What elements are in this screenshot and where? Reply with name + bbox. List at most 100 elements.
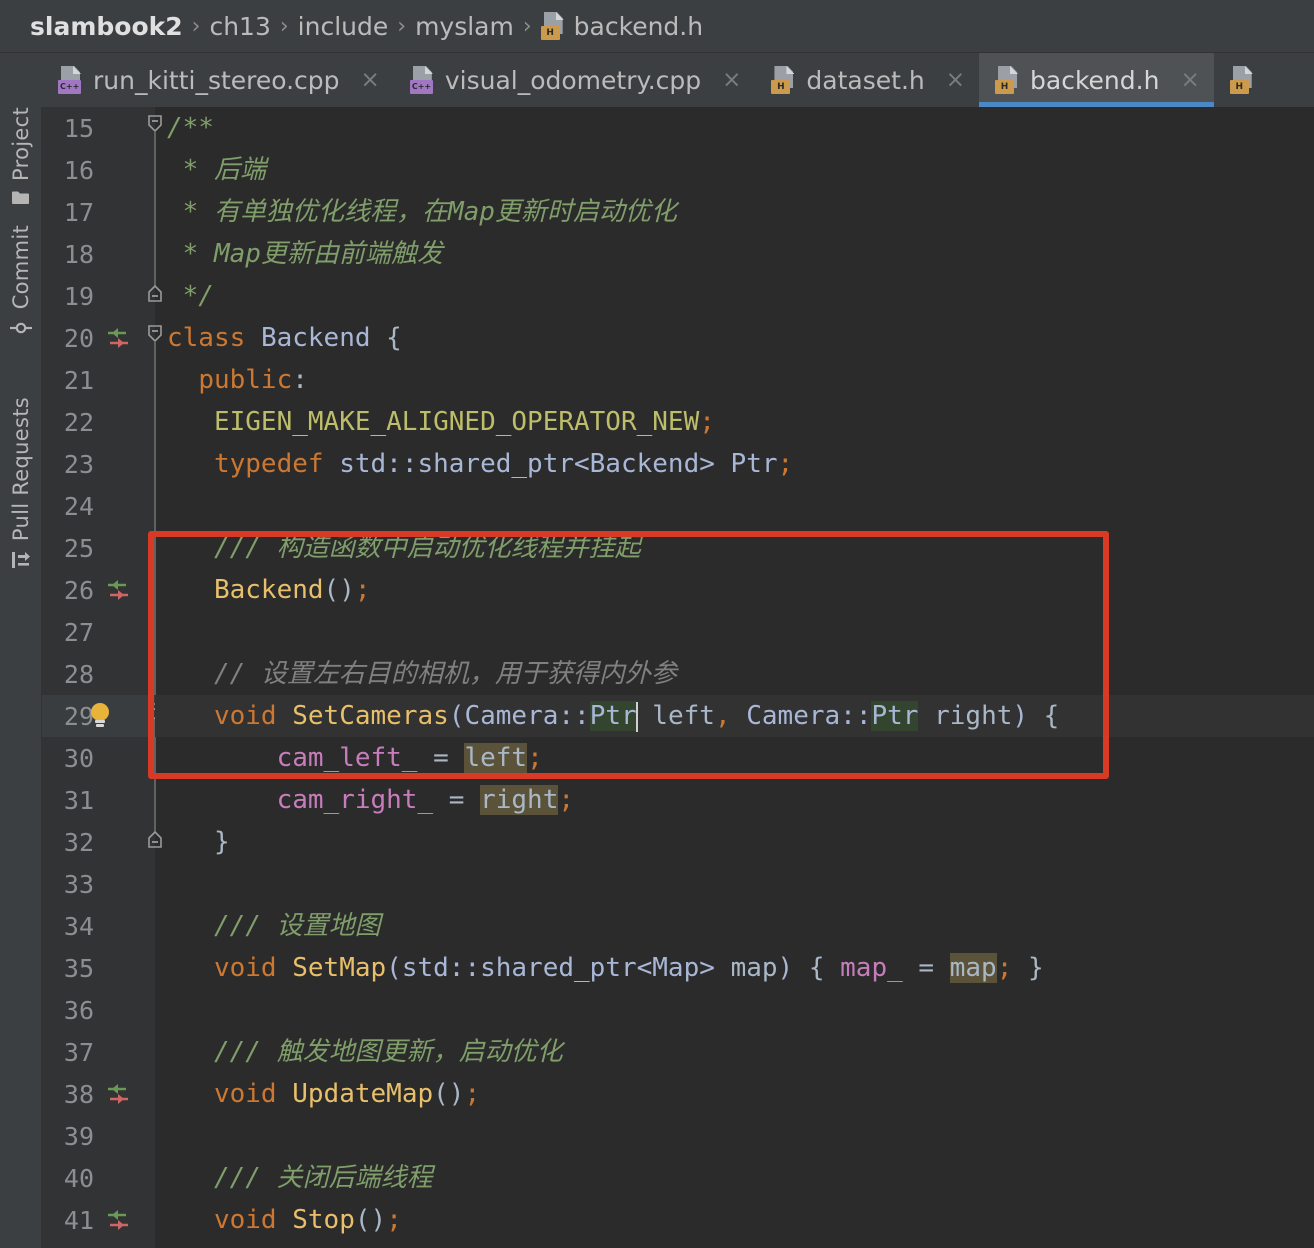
code-line[interactable]: * 后端 [155,149,1314,191]
gutter-cell[interactable]: 35 [42,947,155,989]
breadcrumb-item-project[interactable]: slambook2 [30,12,183,41]
code-line[interactable]: public: [155,359,1314,401]
close-icon[interactable]: × [361,68,380,92]
editor-line[interactable]: 18 * Map更新由前端触发 [42,233,1314,275]
gutter-cell[interactable]: 33 [42,863,155,905]
sidebar-item-project[interactable]: Project [0,107,42,210]
breadcrumb-item-ch13[interactable]: ch13 [209,12,270,41]
code-line[interactable]: */ [155,275,1314,317]
override-arrows-icon[interactable] [102,317,136,359]
code-line[interactable]: void SetCameras(Camera::Ptr left, Camera… [155,695,1314,737]
gutter-cell[interactable]: 36 [42,989,155,1031]
gutter-cell[interactable]: 17 [42,191,156,233]
close-icon[interactable]: × [946,68,965,92]
code-editor[interactable]: 15 /** 16 * 后端 17 * 有单独优化线程，在Map更新时启动优化 … [42,107,1314,1248]
editor-line[interactable]: 24 [42,485,1314,527]
gutter-cell[interactable]: 26 [42,569,156,611]
sidebar-item-commit[interactable]: Commit [0,225,42,343]
editor-line[interactable]: 28 // 设置左右目的相机，用于获得内外参 [42,653,1314,695]
code-line[interactable]: cam_left_ = left; [155,737,1314,779]
gutter-cell[interactable]: 23 [42,443,156,485]
gutter-cell[interactable]: 30 [42,737,156,779]
override-arrows-icon[interactable] [102,569,136,611]
code-line[interactable]: void SetMap(std::shared_ptr<Map> map) { … [155,947,1314,989]
code-line[interactable]: class Backend { [155,317,1314,359]
editor-line[interactable]: 26 Backend(); [42,569,1314,611]
code-line[interactable]: cam_right_ = right; [155,779,1314,821]
code-line[interactable]: // 设置左右目的相机，用于获得内外参 [155,653,1314,695]
gutter-cell[interactable]: 19 [42,275,162,317]
gutter-cell[interactable]: 15 [42,107,162,149]
gutter-cell[interactable]: 34 [42,905,155,947]
code-line[interactable] [155,863,1314,905]
editor-line[interactable]: 20 class Backend { [42,317,1314,359]
code-line[interactable] [155,485,1314,527]
code-line[interactable]: typedef std::shared_ptr<Backend> Ptr; [155,443,1314,485]
code-line[interactable]: Backend(); [155,569,1314,611]
gutter-cell[interactable]: 22 [42,401,156,443]
code-line[interactable] [155,611,1314,653]
gutter-cell[interactable]: 18 [42,233,156,275]
code-line[interactable]: /** [155,107,1314,149]
code-line[interactable] [155,989,1314,1031]
editor-line[interactable]: 41 void Stop(); [42,1199,1314,1241]
gutter-cell[interactable]: 20 [42,317,162,359]
editor-line[interactable]: 33 [42,863,1314,905]
gutter-cell[interactable]: 27 [42,611,156,653]
editor-line[interactable]: 32 } [42,821,1314,863]
editor-line[interactable]: 35 void SetMap(std::shared_ptr<Map> map)… [42,947,1314,989]
code-line[interactable]: EIGEN_MAKE_ALIGNED_OPERATOR_NEW; [155,401,1314,443]
gutter-cell[interactable]: 40 [42,1157,155,1199]
tab-run-kitti-stereo-cpp[interactable]: C++ run_kitti_stereo.cpp × [42,53,394,107]
tab-next-partial[interactable]: H [1214,53,1265,107]
gutter-cell[interactable]: 25 [42,527,156,569]
gutter-cell[interactable]: 29 [42,695,162,737]
gutter-cell[interactable]: 21 [42,359,156,401]
gutter-cell[interactable]: 28 [42,653,156,695]
close-icon[interactable]: × [1180,68,1199,92]
breadcrumb-item-backend-h[interactable]: backend.h [574,12,703,41]
editor-line[interactable]: 34 /// 设置地图 [42,905,1314,947]
gutter-cell[interactable]: 16 [42,149,156,191]
tab-dataset-h[interactable]: H dataset.h × [755,53,979,107]
editor-line[interactable]: 16 * 后端 [42,149,1314,191]
editor-line[interactable]: 22 EIGEN_MAKE_ALIGNED_OPERATOR_NEW; [42,401,1314,443]
code-line[interactable]: } [155,821,1314,863]
editor-line[interactable]: 30 cam_left_ = left; [42,737,1314,779]
code-line[interactable]: * 有单独优化线程，在Map更新时启动优化 [155,191,1314,233]
gutter-cell[interactable]: 32 [42,821,162,863]
editor-line[interactable]: 37 /// 触发地图更新，启动优化 [42,1031,1314,1073]
editor-line[interactable]: 31 cam_right_ = right; [42,779,1314,821]
tab-backend-h[interactable]: H backend.h × [979,53,1214,107]
breadcrumb-item-include[interactable]: include [298,12,389,41]
editor-line[interactable]: 36 [42,989,1314,1031]
code-line[interactable]: /// 关闭后端线程 [155,1157,1314,1199]
gutter-cell[interactable]: 37 [42,1031,155,1073]
editor-line[interactable]: 27 [42,611,1314,653]
editor-line[interactable]: 19 */ [42,275,1314,317]
code-line[interactable]: /// 触发地图更新，启动优化 [155,1031,1314,1073]
override-arrows-icon[interactable] [102,1199,136,1241]
gutter-cell[interactable]: 41 [42,1199,155,1241]
editor-line[interactable]: 15 /** [42,107,1314,149]
editor-line[interactable]: 38 void UpdateMap(); [42,1073,1314,1115]
breadcrumb-item-myslam[interactable]: myslam [415,12,514,41]
editor-line[interactable]: 21 public: [42,359,1314,401]
editor-line[interactable]: 17 * 有单独优化线程，在Map更新时启动优化 [42,191,1314,233]
code-line[interactable]: * Map更新由前端触发 [155,233,1314,275]
gutter-cell[interactable]: 39 [42,1115,155,1157]
gutter-cell[interactable]: 38 [42,1073,155,1115]
sidebar-item-pull-requests[interactable]: Pull Requests [0,397,42,575]
tab-visual-odometry-cpp[interactable]: C++ visual_odometry.cpp × [394,53,756,107]
editor-line[interactable]: 25 /// 构造函数中启动优化线程并挂起 [42,527,1314,569]
close-icon[interactable]: × [722,68,741,92]
code-line[interactable]: /// 构造函数中启动优化线程并挂起 [155,527,1314,569]
editor-line[interactable]: 39 [42,1115,1314,1157]
code-line[interactable]: /// 设置地图 [155,905,1314,947]
editor-line[interactable]: 23 typedef std::shared_ptr<Backend> Ptr; [42,443,1314,485]
editor-line[interactable]: 40 /// 关闭后端线程 [42,1157,1314,1199]
gutter-cell[interactable]: 24 [42,485,156,527]
code-line[interactable] [155,1115,1314,1157]
editor-line-current[interactable]: 29 void SetCameras(Camera::Ptr left, Cam… [42,695,1314,737]
gutter-cell[interactable]: 31 [42,779,156,821]
